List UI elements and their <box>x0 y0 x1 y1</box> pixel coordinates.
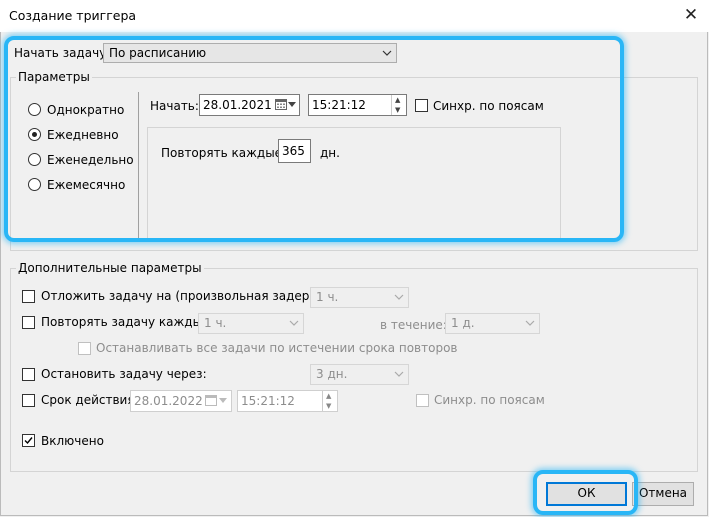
delay-value: 1 ч. <box>316 290 339 304</box>
duration-select[interactable]: 1 д. <box>445 313 540 334</box>
stop-after-value: 3 дн. <box>316 367 348 381</box>
delay-select[interactable]: 1 ч. <box>310 287 409 308</box>
repeat-value: 1 ч. <box>204 316 227 330</box>
highlight-frame-parameters <box>4 36 624 242</box>
repeat-select[interactable]: 1 ч. <box>198 313 304 334</box>
stop-after-label: Остановить задачу через: <box>41 367 207 381</box>
expire-date-value: 28.01.2022 <box>134 394 203 408</box>
spin-up-icon[interactable]: ▲ <box>326 392 331 400</box>
stop-all-checkbox[interactable] <box>78 342 91 355</box>
chevron-down-icon <box>394 371 404 377</box>
date-dropdown-icon[interactable] <box>219 398 227 403</box>
expire-time-field[interactable]: 15:21:12 ▲ ▼ <box>237 390 338 412</box>
expire-sync-label: Синхр. по поясам <box>434 393 545 407</box>
cancel-button[interactable]: Отмена <box>632 482 694 506</box>
repeat-checkbox[interactable] <box>22 316 35 329</box>
advanced-group-label: Дополнительные параметры <box>16 261 204 275</box>
stop-after-checkbox[interactable] <box>22 368 35 381</box>
chevron-down-icon <box>525 320 535 326</box>
repeat-label: Повторять задачу каждые: <box>41 315 214 329</box>
calendar-icon[interactable] <box>205 395 217 406</box>
duration-label: в течение: <box>380 318 447 332</box>
enabled-checkbox[interactable] <box>22 434 35 447</box>
expire-time-value: 15:21:12 <box>241 394 295 408</box>
expire-checkbox[interactable] <box>22 394 35 407</box>
delay-checkbox[interactable] <box>22 290 35 303</box>
chevron-down-icon <box>394 294 404 300</box>
expire-date-picker[interactable]: 28.01.2022 <box>130 390 232 412</box>
chevron-down-icon <box>289 320 299 326</box>
expire-sync-checkbox[interactable] <box>416 394 429 407</box>
expire-label: Срок действия: <box>41 393 139 407</box>
spin-down-icon[interactable]: ▼ <box>326 402 331 410</box>
stop-all-label: Останавливать все задачи по истечении ср… <box>96 341 458 355</box>
checkmark-icon <box>24 437 33 445</box>
delay-label: Отложить задачу на (произвольная задержк… <box>41 289 344 303</box>
window-title: Создание триггера <box>9 8 137 23</box>
stop-after-select[interactable]: 3 дн. <box>310 364 409 385</box>
highlight-frame-ok <box>533 470 638 515</box>
duration-value: 1 д. <box>451 316 475 330</box>
expire-time-spinner[interactable]: ▲ ▼ <box>322 391 337 411</box>
close-icon[interactable]: ✕ <box>682 5 700 25</box>
enabled-label: Включено <box>41 434 104 448</box>
